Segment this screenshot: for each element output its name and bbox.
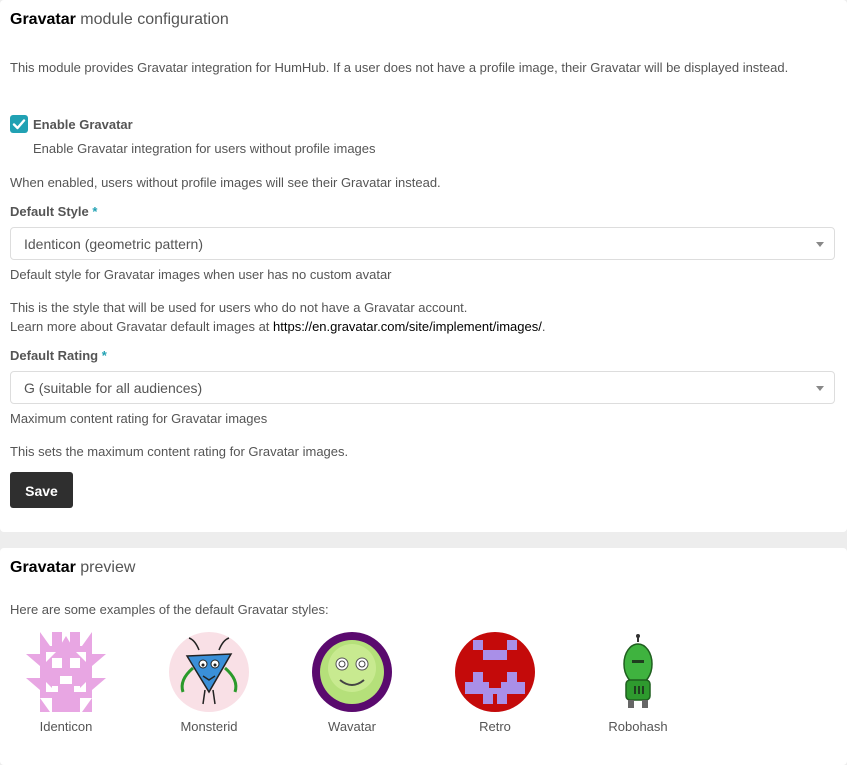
default-rating-value: G (suitable for all audiences) <box>24 380 203 396</box>
default-style-note-prefix: Learn more about Gravatar default images… <box>10 319 274 334</box>
preview-intro: Here are some examples of the default Gr… <box>10 602 329 617</box>
robohash-label: Robohash <box>608 719 668 734</box>
default-rating-select[interactable]: G (suitable for all audiences) <box>10 371 835 404</box>
default-style-note-line2: Learn more about Gravatar default images… <box>10 318 545 336</box>
avatar-monsterid: Monsterid <box>154 632 264 734</box>
default-style-hint: Default style for Gravatar images when u… <box>10 267 392 282</box>
config-panel: Gravatar module configuration This modul… <box>0 0 847 532</box>
default-style-note-line1: This is the style that will be used for … <box>10 300 468 315</box>
identicon-icon <box>26 632 106 712</box>
enable-gravatar-hint: Enable Gravatar integration for users wi… <box>33 141 376 156</box>
default-rating-label-text: Default Rating <box>10 348 99 363</box>
robohash-icon <box>623 634 653 708</box>
wavatar-label: Wavatar <box>328 719 376 734</box>
monsterid-icon <box>169 632 249 712</box>
preview-panel: Gravatar preview Here are some examples … <box>0 548 847 765</box>
chevron-down-icon <box>816 386 824 391</box>
avatar-identicon: Identicon <box>11 632 121 734</box>
config-intro: This module provides Gravatar integratio… <box>10 60 789 75</box>
avatar-robohash: Robohash <box>583 632 693 734</box>
preview-panel-heading: Gravatar preview <box>10 559 135 577</box>
save-button[interactable]: Save <box>10 472 73 508</box>
avatar-wavatar: Wavatar <box>297 632 407 734</box>
wavatar-icon <box>312 632 392 712</box>
config-heading-rest: module configuration <box>80 11 229 28</box>
avatar-retro: Retro <box>440 632 550 734</box>
chevron-down-icon <box>816 242 824 247</box>
config-heading-strong: Gravatar <box>10 11 76 28</box>
identicon-label: Identicon <box>39 719 93 734</box>
required-mark: * <box>101 348 107 363</box>
preview-heading-strong: Gravatar <box>10 559 76 576</box>
checkmark-icon <box>12 119 26 130</box>
default-rating-note: This sets the maximum content rating for… <box>10 444 349 459</box>
retro-icon <box>455 632 535 712</box>
default-style-label: Default Style * <box>10 204 97 219</box>
default-style-note-suffix: . <box>541 319 546 334</box>
retro-label: Retro <box>479 719 511 734</box>
default-style-value: Identicon (geometric pattern) <box>24 236 203 252</box>
required-mark: * <box>92 204 98 219</box>
default-rating-label: Default Rating * <box>10 348 107 363</box>
default-style-label-text: Default Style <box>10 204 89 219</box>
preview-heading-rest: preview <box>80 559 136 576</box>
enable-gravatar-note: When enabled, users without profile imag… <box>10 175 441 190</box>
enable-gravatar-checkbox[interactable] <box>10 115 28 133</box>
gravatar-images-link[interactable]: https://en.gravatar.com/site/implement/i… <box>273 319 542 334</box>
monsterid-label: Monsterid <box>180 719 238 734</box>
config-panel-heading: Gravatar module configuration <box>10 11 229 29</box>
default-style-select[interactable]: Identicon (geometric pattern) <box>10 227 835 260</box>
default-rating-hint: Maximum content rating for Gravatar imag… <box>10 411 268 426</box>
enable-gravatar-label[interactable]: Enable Gravatar <box>33 117 133 132</box>
